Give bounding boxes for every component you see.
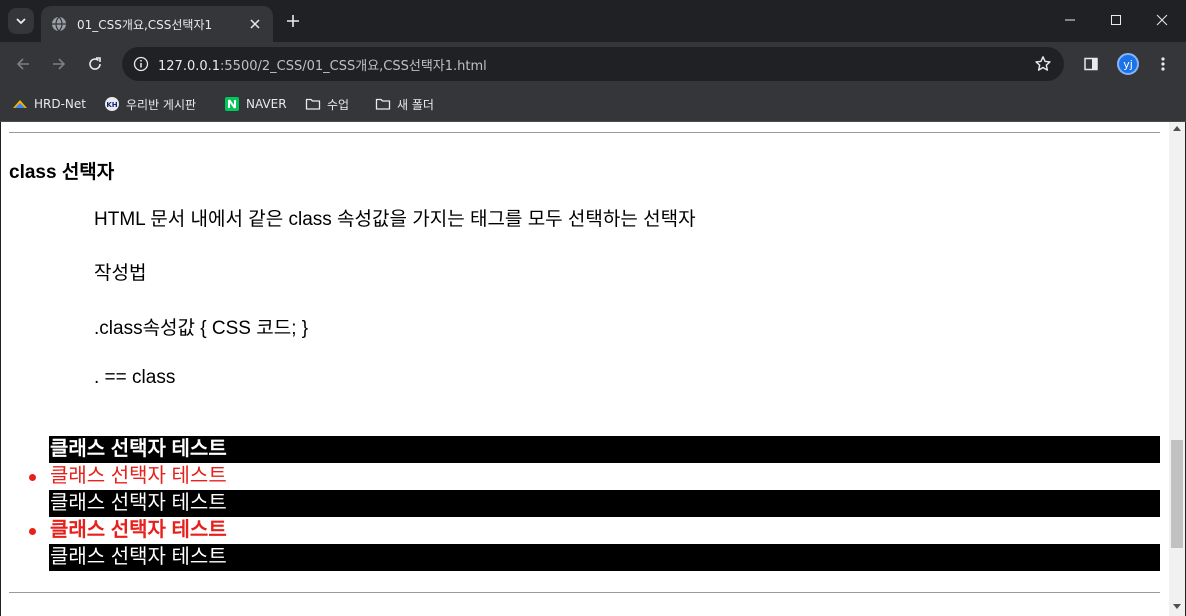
list-item: 클래스 선택자 테스트 [29,463,1160,490]
list-item-text: 클래스 선택자 테스트 [50,492,227,514]
new-tab-button[interactable] [282,10,304,32]
scroll-up-arrow-icon[interactable] [1173,126,1181,131]
horizontal-rule-top [9,132,1160,133]
tab-title: 01_CSS개요,CSS선택자1 [77,17,213,32]
maximize-icon [1111,15,1121,25]
minimize-button[interactable] [1047,0,1093,40]
address-bar[interactable]: 127.0.0.1:5500/2_CSS/01_CSS개요,CSS선택자1.ht… [122,47,1064,81]
bookmark-label: 수업 [327,97,350,112]
section-heading: class 선택자 [9,162,115,183]
syntax-example: .class속성값 { CSS 코드; } [94,318,309,339]
list-item-text: 클래스 선택자 테스트 [50,465,227,487]
list-item: 클래스 선택자 테스트 [49,436,1160,463]
scroll-down-arrow-icon[interactable] [1173,604,1181,609]
forward-button[interactable] [47,52,71,76]
site-info-icon[interactable] [132,55,150,73]
naver-icon [224,96,240,112]
page-content: class 선택자 HTML 문서 내에서 같은 class 속성값을 가지는 … [1,122,1169,616]
folder-icon [305,96,321,112]
list-item: 클래스 선택자 테스트 [29,517,1160,544]
side-panel-icon [1084,57,1098,71]
bookmark-folder-new[interactable]: 새 폴더 [375,93,434,115]
tab-search-button[interactable] [8,8,34,34]
arrow-left-icon [16,58,29,70]
back-button[interactable] [11,52,35,76]
horizontal-rule-bottom [9,592,1160,593]
syntax-label: 작성법 [94,263,147,284]
syntax-note: . == class [94,367,176,388]
folder-icon [375,96,391,112]
menu-button[interactable] [1151,52,1175,76]
bookmark-label: NAVER [246,97,287,111]
bookmark-label: 우리반 게시판 [126,97,197,112]
maximize-button[interactable] [1093,0,1139,40]
globe-icon [52,16,66,32]
bullet-icon [29,474,36,481]
close-icon [250,19,260,29]
arrow-right-icon [53,58,66,70]
bookmark-hrd-net[interactable]: HRD-Net [12,93,86,115]
window-close-button[interactable] [1139,0,1185,40]
reload-button[interactable] [83,52,107,76]
bookmark-label: HRD-Net [34,97,86,111]
bookmarks-bar: HRD-Net KH 우리반 게시판 NAVER 수업 새 폴더 [0,86,1186,122]
class-test-list: 클래스 선택자 테스트 클래스 선택자 테스트 클래스 선택자 테스트 클래스 … [29,436,1160,571]
active-tab[interactable]: 01_CSS개요,CSS선택자1 [41,6,273,42]
scrollbar-thumb[interactable] [1171,440,1183,548]
board-icon: KH [104,96,120,112]
url-text: 127.0.0.1:5500/2_CSS/01_CSS개요,CSS선택자1.ht… [158,58,487,74]
list-item: 클래스 선택자 테스트 [49,544,1160,571]
hrd-net-icon [12,96,28,112]
minimize-icon [1065,19,1075,21]
page-scrollbar[interactable] [1169,122,1185,616]
plus-icon [287,15,299,27]
chevron-down-icon [16,18,26,25]
profile-avatar[interactable]: yj [1117,53,1139,75]
list-item-text: 클래스 선택자 테스트 [50,546,227,568]
bookmark-label: 새 폴더 [397,97,434,112]
bookmark-naver[interactable]: NAVER [224,93,287,115]
list-item-text: 클래스 선택자 테스트 [50,438,227,460]
tab-close-button[interactable] [247,16,263,32]
close-icon [1156,14,1168,26]
kebab-menu-icon [1161,57,1165,71]
svg-text:KH: KH [106,101,117,109]
bookmark-class-board[interactable]: KH 우리반 게시판 [104,93,196,115]
side-panel-button[interactable] [1079,52,1103,76]
list-item: 클래스 선택자 테스트 [49,490,1160,517]
bullet-icon [29,528,36,535]
reload-icon [89,57,101,70]
bookmark-star-icon[interactable] [1034,55,1052,73]
page-viewport: class 선택자 HTML 문서 내에서 같은 class 속성값을 가지는 … [1,122,1185,616]
description-line: HTML 문서 내에서 같은 class 속성값을 가지는 태그를 모두 선택하… [94,209,696,230]
toolbar: 127.0.0.1:5500/2_CSS/01_CSS개요,CSS선택자1.ht… [0,42,1186,86]
tab-strip: 01_CSS개요,CSS선택자1 [0,0,1186,42]
list-item-text: 클래스 선택자 테스트 [50,519,227,541]
bookmark-folder-class[interactable]: 수업 [305,93,349,115]
